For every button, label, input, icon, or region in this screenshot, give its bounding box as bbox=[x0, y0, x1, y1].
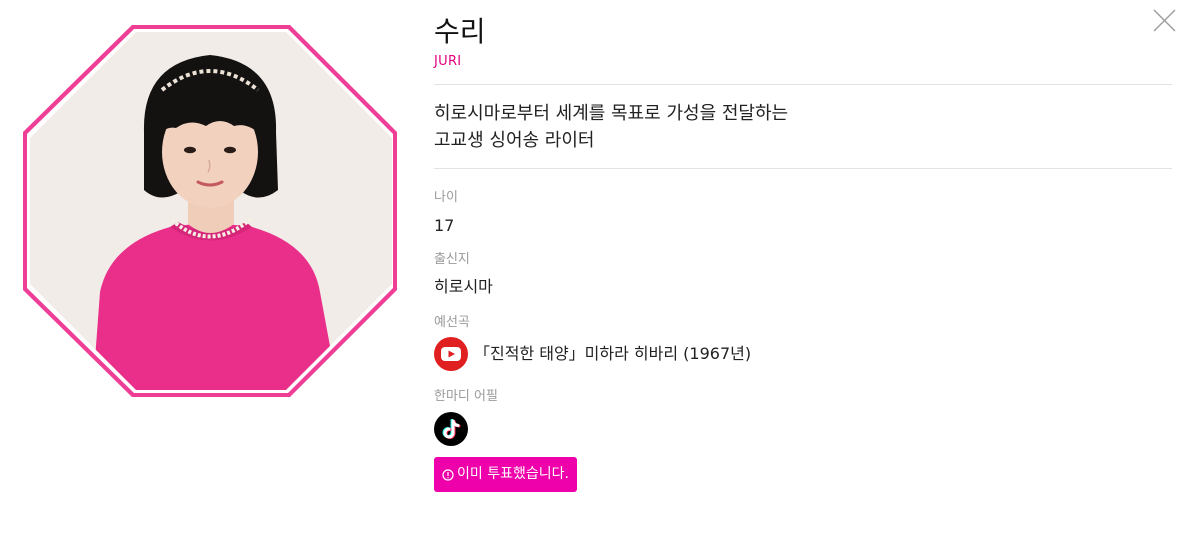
divider bbox=[434, 168, 1172, 169]
close-icon bbox=[1153, 9, 1176, 32]
hometown-label: 출신지 bbox=[434, 252, 470, 267]
hometown-value: 히로시마 bbox=[434, 277, 493, 296]
divider bbox=[434, 84, 1172, 85]
song-row: 「진적한 태양」미하라 히바리 (1967년) bbox=[434, 337, 751, 371]
close-button[interactable] bbox=[1151, 4, 1179, 32]
youtube-icon bbox=[434, 337, 468, 371]
profile-modal: 수리 JURI 히로시마로부터 세계를 목표로 가성을 전달하는 고교생 싱어송… bbox=[0, 0, 1179, 534]
contestant-name: 수리 bbox=[434, 15, 486, 48]
tiktok-icon bbox=[434, 412, 468, 446]
age-label: 나이 bbox=[434, 190, 458, 205]
catchphrase: 히로시마로부터 세계를 목표로 가성을 전달하는 고교생 싱어송 라이터 bbox=[434, 100, 1172, 154]
vote-button-label: 이미 투표했습니다. bbox=[457, 466, 569, 482]
vote-button[interactable]: 이미 투표했습니다. bbox=[434, 457, 577, 492]
catchphrase-line: 고교생 싱어송 라이터 bbox=[434, 130, 595, 151]
song-title: 「진적한 태양」미하라 히바리 (1967년) bbox=[474, 344, 752, 363]
tiktok-link[interactable] bbox=[434, 412, 468, 446]
appeal-label: 한마디 어필 bbox=[434, 389, 498, 404]
age-value: 17 bbox=[434, 216, 455, 235]
youtube-link[interactable] bbox=[434, 337, 468, 371]
catchphrase-line: 히로시마로부터 세계를 목표로 가성을 전달하는 bbox=[434, 103, 789, 124]
profile-photo bbox=[20, 22, 400, 400]
contestant-roman-name: JURI bbox=[434, 54, 462, 69]
info-icon bbox=[442, 468, 454, 481]
song-label: 예선곡 bbox=[434, 315, 470, 330]
